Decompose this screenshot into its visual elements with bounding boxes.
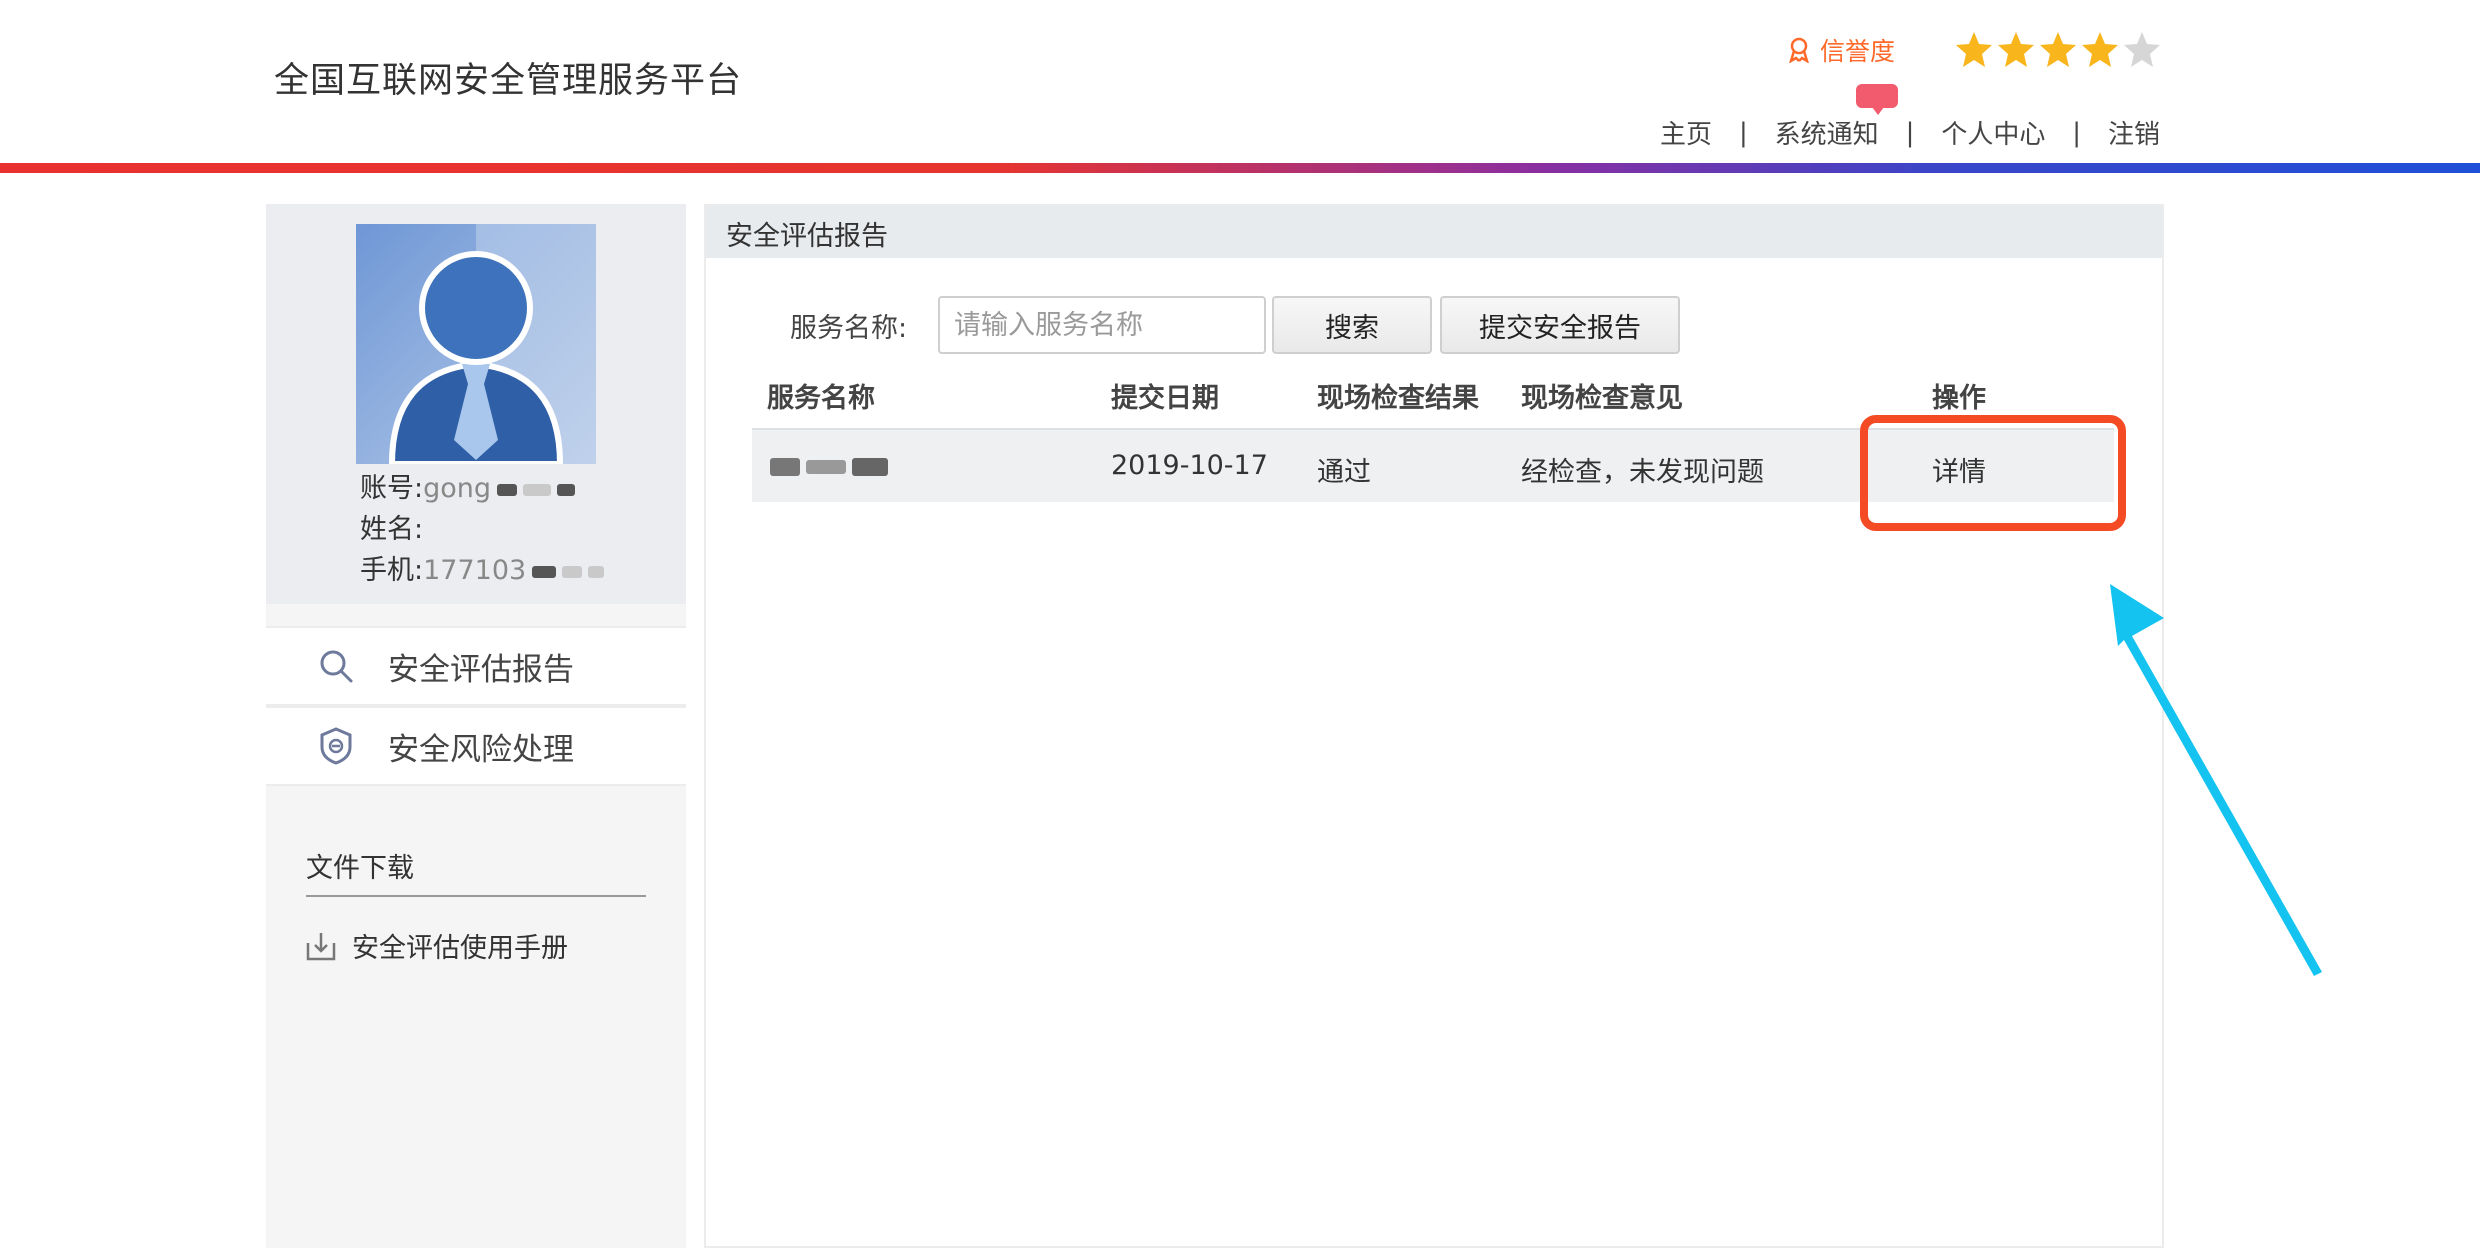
highlight-annotation bbox=[1860, 415, 2126, 531]
main-title: 安全评估报告 bbox=[726, 221, 888, 252]
star-filled-icon bbox=[2040, 32, 2076, 67]
star-empty-icon bbox=[2124, 32, 2160, 67]
star-filled-icon bbox=[1998, 32, 2034, 67]
nav-home[interactable]: 主页 bbox=[1660, 114, 1712, 151]
downloads-title: 文件下载 bbox=[306, 853, 414, 884]
sidebar-item-label: 安全评估报告 bbox=[388, 651, 574, 688]
avatar bbox=[356, 224, 596, 464]
download-manual-label: 安全评估使用手册 bbox=[352, 933, 568, 964]
main-panel-header bbox=[706, 206, 2162, 258]
column-header-result: 现场检查结果 bbox=[1317, 383, 1479, 414]
credit-label: 信誉度 bbox=[1820, 37, 1896, 66]
downloads-divider bbox=[306, 895, 646, 897]
cell-date: 2019-10-17 bbox=[1111, 450, 1268, 481]
column-header-action: 操作 bbox=[1932, 383, 1986, 414]
column-header-service: 服务名称 bbox=[767, 383, 875, 414]
nav-personal-center[interactable]: 个人中心 bbox=[1941, 114, 2045, 151]
rating-stars bbox=[1954, 30, 2162, 70]
account-label: 账号: bbox=[360, 473, 424, 504]
name-label: 姓名: bbox=[360, 514, 424, 545]
cell-service bbox=[764, 450, 888, 481]
nav-separator: | bbox=[2072, 117, 2082, 148]
account-value: gong bbox=[423, 473, 492, 504]
credit-rating: 信誉度 bbox=[1786, 32, 1895, 68]
download-manual-link[interactable]: 安全评估使用手册 bbox=[304, 926, 568, 965]
site-title: 全国互联网安全管理服务平台 bbox=[274, 61, 743, 101]
notification-badge bbox=[1856, 84, 1898, 115]
main-panel bbox=[704, 204, 2164, 1248]
cell-opinion: 经检查，未发现问题 bbox=[1521, 457, 1764, 488]
nav-notifications[interactable]: 系统通知 bbox=[1775, 114, 1879, 151]
search-icon bbox=[316, 646, 356, 686]
search-button[interactable]: 搜索 bbox=[1272, 296, 1432, 354]
download-icon bbox=[306, 932, 336, 960]
search-label: 服务名称: bbox=[790, 313, 908, 344]
name-row: 姓名: bbox=[360, 507, 423, 546]
column-header-opinion: 现场检查意见 bbox=[1521, 383, 1683, 414]
nav-separator: | bbox=[1738, 117, 1748, 148]
arrow-annotation bbox=[2110, 584, 2322, 976]
star-filled-icon bbox=[2082, 32, 2118, 67]
service-name-input[interactable] bbox=[938, 296, 1266, 354]
top-navigation: 主页 | 系统通知 | 个人中心 | 注销 bbox=[1660, 114, 2160, 151]
phone-value: 177103 bbox=[423, 555, 527, 586]
sidebar-item-label: 安全风险处理 bbox=[388, 731, 574, 768]
award-icon bbox=[1789, 37, 1809, 63]
submit-report-button[interactable]: 提交安全报告 bbox=[1440, 296, 1680, 354]
shield-icon bbox=[316, 726, 356, 766]
star-filled-icon bbox=[1956, 32, 1992, 67]
phone-label: 手机: bbox=[360, 555, 424, 586]
nav-logout[interactable]: 注销 bbox=[2108, 114, 2160, 151]
account-row: 账号:gong bbox=[360, 466, 576, 505]
sidebar-item-assessment-report[interactable]: 安全评估报告 bbox=[266, 626, 686, 706]
column-header-date: 提交日期 bbox=[1111, 383, 1219, 414]
cell-result: 通过 bbox=[1317, 457, 1371, 488]
nav-separator: | bbox=[1905, 117, 1915, 148]
header-divider bbox=[0, 163, 2480, 173]
sidebar-item-risk-handling[interactable]: 安全风险处理 bbox=[266, 706, 686, 786]
phone-row: 手机:177103 bbox=[360, 548, 605, 587]
